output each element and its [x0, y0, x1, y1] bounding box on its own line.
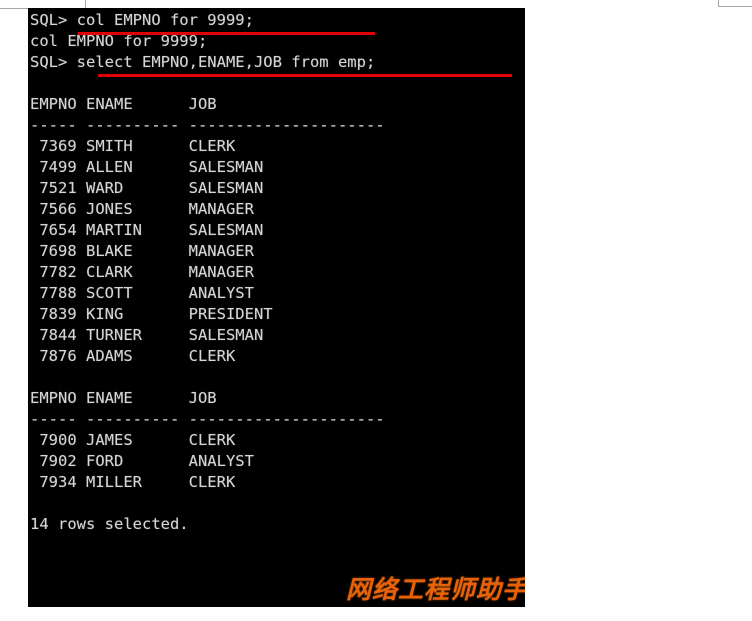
- table-row: 7521 WARD SALESMAN: [30, 179, 264, 197]
- table-row: 7698 BLAKE MANAGER: [30, 242, 254, 260]
- terminal-line-column-headers-1: EMPNO ENAME JOB: [30, 95, 217, 113]
- table-row: 7369 SMITH CLERK: [30, 137, 236, 155]
- highlight-underline-command-select: [98, 74, 512, 77]
- terminal-line-row-count: 14 rows selected.: [30, 515, 189, 533]
- terminal-line-blank-3: [28, 493, 525, 514]
- terminal-window[interactable]: SQL> col EMPNO for 9999; col EMPNO for 9…: [28, 8, 525, 607]
- table-row: 7566 JONES MANAGER: [30, 200, 254, 218]
- terminal-line-command-col: SQL> col EMPNO for 9999;: [30, 11, 254, 29]
- page-chrome-mark-right: [718, 0, 752, 7]
- terminal-screen[interactable]: SQL> col EMPNO for 9999; col EMPNO for 9…: [28, 10, 525, 535]
- terminal-line-header-rule-2: ----- ---------- ---------------------: [30, 410, 385, 428]
- table-row: 7902 FORD ANALYST: [30, 452, 254, 470]
- table-row: 7839 KING PRESIDENT: [30, 305, 273, 323]
- table-row: 7654 MARTIN SALESMAN: [30, 221, 264, 239]
- table-row: 7900 JAMES CLERK: [30, 431, 236, 449]
- table-row: 7934 MILLER CLERK: [30, 473, 236, 491]
- table-row: 7844 TURNER SALESMAN: [30, 326, 264, 344]
- terminal-line-command-select: SQL> select EMPNO,ENAME,JOB from emp;: [30, 53, 376, 71]
- terminal-line-column-headers-2: EMPNO ENAME JOB: [30, 389, 217, 407]
- table-row: 7788 SCOTT ANALYST: [30, 284, 254, 302]
- table-row: 7782 CLARK MANAGER: [30, 263, 254, 281]
- highlight-underline-command-col: [78, 32, 375, 35]
- watermark-text: 网络工程师助手: [346, 575, 525, 604]
- terminal-line-header-rule-1: ----- ---------- ---------------------: [30, 116, 385, 134]
- table-row: 7499 ALLEN SALESMAN: [30, 158, 264, 176]
- table-row: 7876 ADAMS CLERK: [30, 347, 236, 365]
- terminal-line-blank-2: [28, 367, 525, 388]
